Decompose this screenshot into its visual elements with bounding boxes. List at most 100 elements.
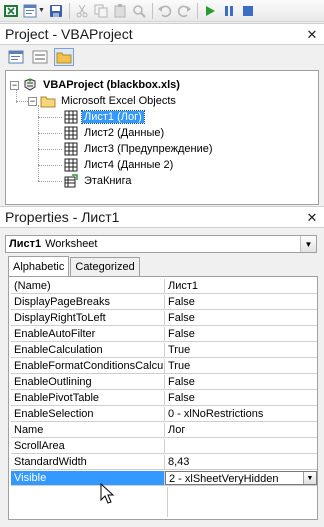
paste-icon[interactable] [111,2,129,20]
property-name: DisplayPageBreaks [11,295,165,309]
property-row[interactable]: ScrollArea [11,439,317,454]
tree-item-sheet1[interactable]: Лист1 (Лог) [64,109,145,125]
property-name: EnablePivotTable [11,391,165,405]
property-value[interactable]: True [165,359,317,373]
tree-item-sheet2[interactable]: Лист2 (Данные) [64,125,166,141]
property-row[interactable]: DisplayRightToLeft False [11,311,317,326]
property-name: EnableAutoFilter [11,327,165,341]
toggle-folders-icon[interactable] [54,48,74,66]
property-name: EnableCalculation [11,343,165,357]
object-selector[interactable]: Лист1 Worksheet ▼ [5,235,317,253]
property-value[interactable]: False [165,295,317,309]
vba-project-icon [24,78,36,91]
property-name: ScrollArea [11,439,165,453]
property-value[interactable]: 0 - xlNoRestrictions [165,407,317,421]
property-name: EnableOutlining [11,375,165,389]
project-tree: − VBAProject (blackbox.xls) − Microsoft … [5,70,319,205]
collapse-icon[interactable]: − [10,80,19,90]
tree-item-sheet3[interactable]: Лист3 (Предупреждение) [64,141,215,157]
property-row[interactable]: StandardWidth 8,43 [11,455,317,470]
property-value[interactable]: False [165,311,317,325]
find-icon[interactable] [130,2,148,20]
tree-guide-line [38,165,62,166]
toolbar: ▼ [0,0,324,22]
property-name: DisplayRightToLeft [11,311,165,325]
property-row[interactable]: (Name) Лист1 [11,279,317,294]
chevron-down-icon[interactable]: ▼ [303,472,316,484]
property-row[interactable]: EnableCalculation True [11,343,317,358]
property-row[interactable]: EnableSelection 0 - xlNoRestrictions [11,407,317,422]
insert-module-icon[interactable] [21,2,39,20]
property-row[interactable]: DisplayPageBreaks False [11,295,317,310]
chevron-down-icon[interactable]: ▼ [38,7,45,14]
tree-guide-line [38,149,62,150]
property-value-dropdown[interactable]: 2 - xlSheetVeryHidden ▼ [165,471,317,485]
tree-item-label: ЭтаКнига [84,175,132,187]
break-icon[interactable] [220,2,238,20]
property-row[interactable]: Name Лог [11,423,317,438]
tab-alphabetic[interactable]: Alphabetic [8,256,70,276]
folder-icon [40,96,56,108]
worksheet-icon [64,142,78,156]
property-row[interactable]: EnablePivotTable False [11,391,317,406]
workbook-icon [64,174,78,188]
object-name: Лист1 [9,238,42,250]
toolbar-separator [68,2,70,19]
property-value[interactable]: Лог [165,423,317,437]
properties-pane-header: Properties - Лист1 ✕ [0,206,324,228]
copy-icon[interactable] [92,2,110,20]
view-code-icon[interactable] [6,48,26,66]
collapse-icon[interactable]: − [28,96,37,106]
property-value: 2 - xlSheetVeryHidden [169,473,279,485]
property-value[interactable]: False [165,327,317,341]
property-name: EnableFormatConditionsCalcula [11,359,165,373]
close-icon[interactable]: ✕ [304,210,320,226]
property-row[interactable]: EnableAutoFilter False [11,327,317,342]
chevron-down-icon[interactable]: ▼ [300,236,316,252]
property-row[interactable]: EnableFormatConditionsCalcula True [11,359,317,374]
mouse-cursor-icon [100,483,115,504]
properties-tabs: Alphabetic Categorized [8,256,141,276]
worksheet-icon [64,126,78,140]
tree-item-vbaproject[interactable]: − VBAProject (blackbox.xls) [10,77,182,93]
redo-icon[interactable] [175,2,193,20]
tree-item-label: Microsoft Excel Objects [61,95,176,107]
tree-guide-line [38,181,62,182]
project-toolbar [0,46,324,68]
property-value[interactable]: True [165,343,317,357]
tree-item-label: Лист3 (Предупреждение) [84,143,213,155]
tab-categorized[interactable]: Categorized [70,257,140,276]
column-divider [167,487,168,517]
view-object-icon[interactable] [30,48,50,66]
property-value[interactable]: Лист1 [165,279,317,293]
property-value[interactable]: False [165,391,317,405]
property-name: Name [11,423,165,437]
property-value[interactable] [165,439,317,453]
tree-item-label: Лист2 (Данные) [84,127,165,139]
property-name: (Name) [11,279,165,293]
tree-guide-line [38,117,62,118]
save-icon[interactable] [47,2,65,20]
properties-grid: (Name) Лист1 DisplayPageBreaks False Dis… [8,276,318,520]
close-icon[interactable]: ✕ [304,27,320,43]
excel-icon[interactable] [2,2,20,20]
worksheet-icon [64,110,78,124]
cut-icon[interactable] [73,2,91,20]
reset-icon[interactable] [239,2,257,20]
object-type: Worksheet [45,238,98,250]
tree-item-excel-objects[interactable]: − Microsoft Excel Objects [28,93,178,109]
property-name: EnableSelection [11,407,165,421]
property-row[interactable]: EnableOutlining False [11,375,317,390]
project-pane-header: Project - VBAProject ✕ [0,23,324,45]
tree-item-thisworkbook[interactable]: ЭтаКнига [64,173,133,189]
tree-guide-line [16,101,28,102]
property-value[interactable]: False [165,375,317,389]
property-row-visible[interactable]: Visible 2 - xlSheetVeryHidden ▼ [11,471,317,486]
project-pane-title: Project - VBAProject [5,26,133,42]
property-value[interactable]: 8,43 [165,455,317,469]
undo-icon[interactable] [156,2,174,20]
worksheet-icon [64,158,78,172]
tree-item-label: VBAProject (blackbox.xls) [43,79,180,91]
tree-item-sheet4[interactable]: Лист4 (Данные 2) [64,157,175,173]
run-icon[interactable] [201,2,219,20]
